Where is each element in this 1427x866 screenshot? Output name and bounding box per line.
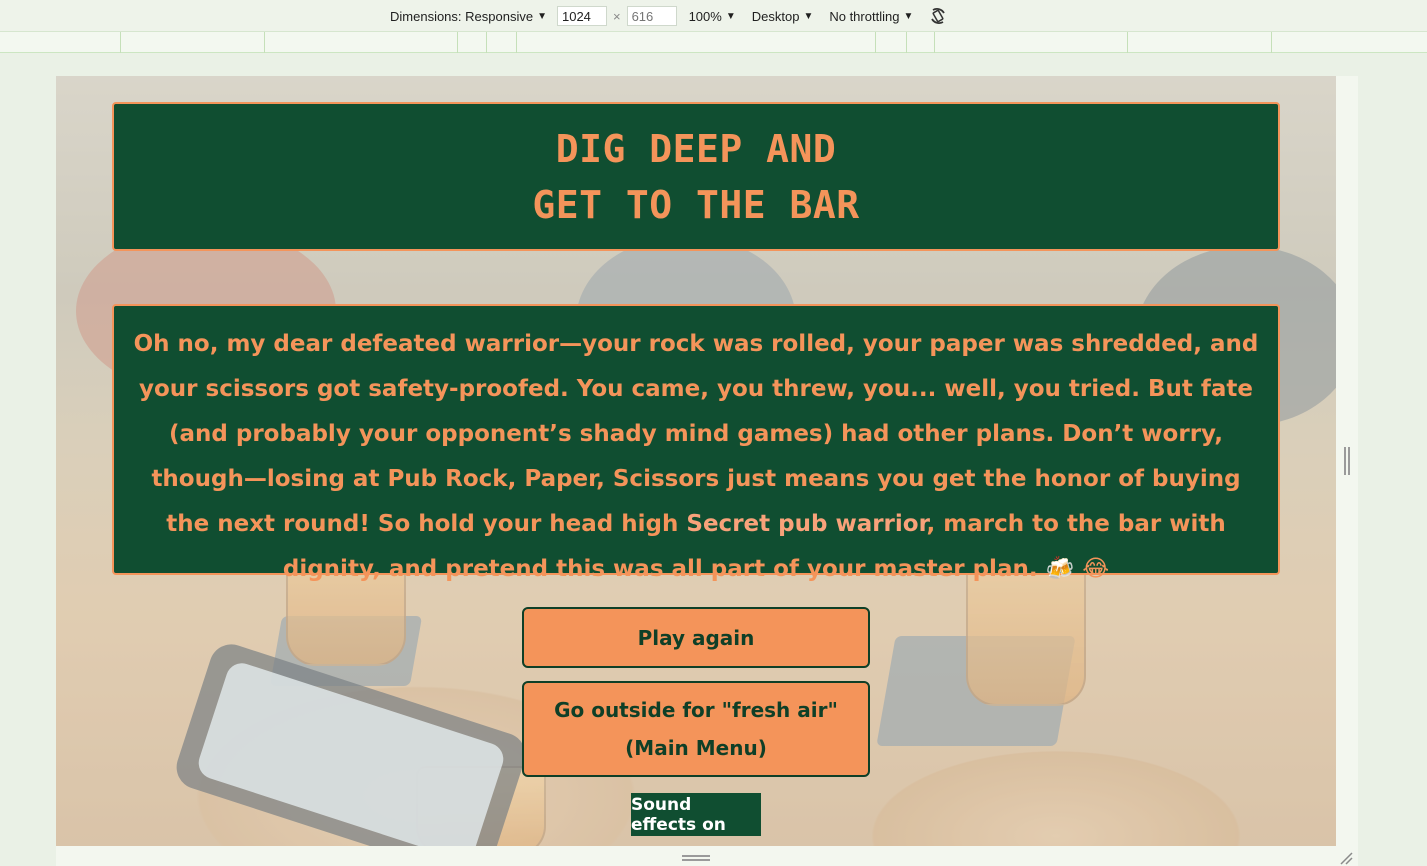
resize-handle-corner[interactable] <box>1339 850 1353 865</box>
chevron-down-icon: ▼ <box>537 10 547 22</box>
ruler-tick[interactable] <box>1127 32 1128 53</box>
rotate-icon[interactable] <box>927 5 949 27</box>
times-icon: × <box>612 8 621 24</box>
resize-handle-bottom[interactable] <box>682 855 710 861</box>
ruler-tick[interactable] <box>875 32 876 53</box>
resize-handle-right[interactable] <box>1344 447 1350 475</box>
height-input[interactable] <box>626 6 677 26</box>
ruler-tick[interactable] <box>934 32 935 53</box>
sound-toggle-button[interactable]: Sound effects on <box>631 793 761 836</box>
chevron-down-icon: ▼ <box>803 10 814 22</box>
emulated-viewport: DIG DEEP AND GET TO THE BAR Oh no, my de… <box>56 76 1336 846</box>
play-again-button[interactable]: Play again <box>522 607 870 668</box>
throttling-dropdown[interactable]: No throttling ▼ <box>829 9 913 24</box>
device-label: Desktop <box>751 8 800 24</box>
ruler-tick[interactable] <box>1271 32 1272 53</box>
throttling-label: No throttling <box>829 8 900 24</box>
dimensions-dropdown[interactable]: Dimensions: Responsive ▼ <box>390 9 547 24</box>
dimensions-label: Dimensions: Responsive <box>390 8 534 24</box>
page-title-line2: GET TO THE BAR <box>532 182 860 227</box>
zoom-label: 100% <box>688 8 722 24</box>
ruler-tick[interactable] <box>264 32 265 53</box>
media-query-ruler <box>0 32 1427 53</box>
width-input[interactable] <box>556 6 607 26</box>
ruler-tick[interactable] <box>486 32 487 53</box>
page-title-line1: DIG DEEP AND <box>555 126 837 171</box>
devtools-device-toolbar: Dimensions: Responsive ▼ × 100% ▼ Deskto… <box>0 0 1427 32</box>
ruler-tick[interactable] <box>516 32 517 53</box>
ruler-tick[interactable] <box>120 32 121 53</box>
chevron-down-icon: ▼ <box>903 10 914 22</box>
ruler-tick[interactable] <box>906 32 907 53</box>
device-dropdown[interactable]: Desktop ▼ <box>752 9 814 24</box>
ruler-tick[interactable] <box>457 32 458 53</box>
main-menu-button[interactable]: Go outside for "fresh air" (Main Menu) <box>522 681 870 777</box>
title-panel: DIG DEEP AND GET TO THE BAR <box>112 102 1280 251</box>
player-name: Secret pub warrior <box>686 511 927 537</box>
loss-message-text: Oh no, my dear defeated warrior—your roc… <box>133 331 1259 537</box>
chevron-down-icon: ▼ <box>725 10 736 22</box>
loss-message-panel: Oh no, my dear defeated warrior—your roc… <box>112 304 1280 582</box>
zoom-dropdown[interactable]: 100% ▼ <box>689 9 736 24</box>
